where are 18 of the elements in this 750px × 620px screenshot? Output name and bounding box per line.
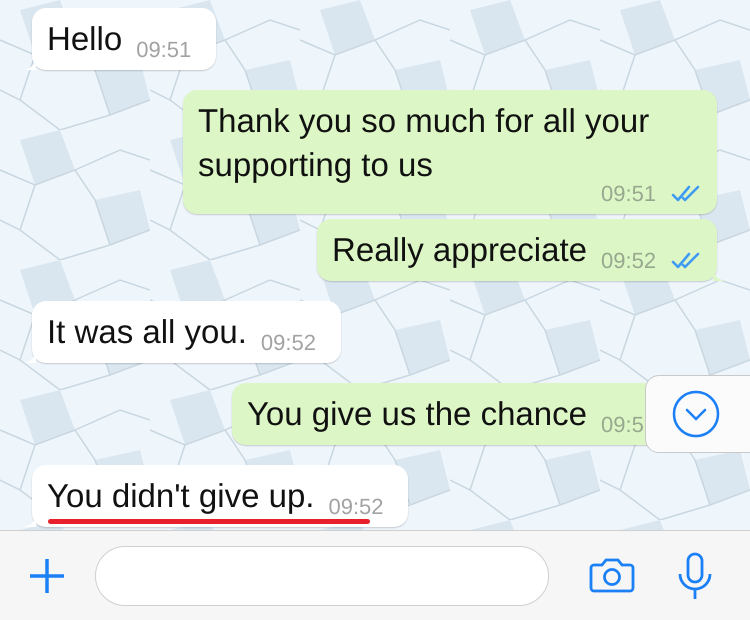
message-time: 09:51 — [136, 37, 192, 63]
message-time: 09:52 — [260, 330, 317, 356]
message-text: You didn't give up. — [47, 476, 314, 516]
message-text: Really appreciate — [332, 230, 587, 270]
chevron-down-icon — [672, 390, 720, 438]
microphone-icon — [677, 552, 713, 600]
message-text: You give us the chance — [246, 394, 587, 434]
message-time: 09:52 — [328, 494, 385, 520]
add-button[interactable] — [28, 556, 66, 594]
camera-button[interactable] — [589, 558, 635, 594]
camera-icon — [589, 558, 635, 594]
message-text: It was all you. — [47, 312, 247, 352]
message-time: 09:5 — [601, 412, 645, 438]
message-time: 09:52 — [601, 248, 658, 274]
microphone-button[interactable] — [677, 552, 713, 600]
scroll-down-button[interactable] — [645, 375, 750, 453]
message-text: Hello — [47, 19, 122, 59]
plus-icon — [28, 556, 66, 594]
